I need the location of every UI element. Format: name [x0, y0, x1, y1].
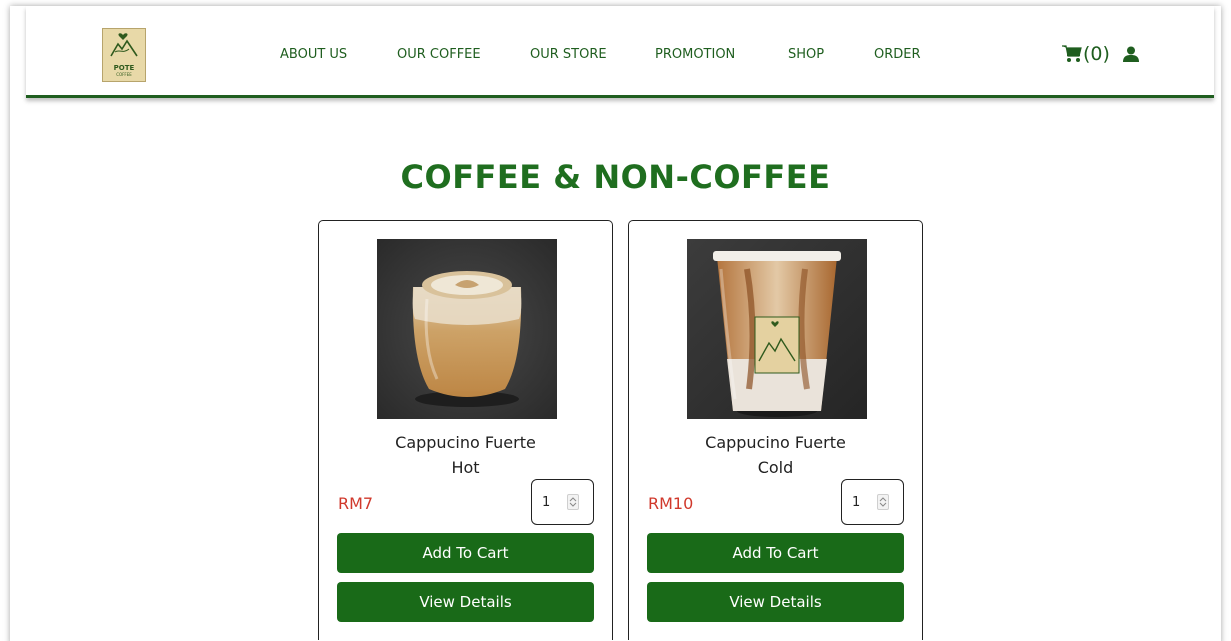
logo-subtext: COFFEE — [116, 72, 132, 77]
shopping-cart-icon — [1062, 45, 1082, 62]
product-name-line2: Hot — [451, 458, 480, 477]
nav-promotion[interactable]: PROMOTION — [655, 47, 735, 62]
product-name-line1: Cappucino Fuerte — [395, 433, 536, 452]
nav-our-coffee[interactable]: OUR COFFEE — [397, 47, 481, 62]
product-image[interactable] — [687, 239, 867, 419]
product-name-line2: Cold — [757, 458, 794, 477]
add-to-cart-button[interactable]: Add To Cart — [647, 533, 904, 573]
product-name: Cappucino Fuerte Cold — [629, 430, 922, 480]
user-icon[interactable] — [1123, 46, 1139, 66]
view-details-button[interactable]: View Details — [647, 582, 904, 622]
cart-button[interactable]: (0) — [1062, 43, 1110, 65]
view-details-button[interactable]: View Details — [337, 582, 594, 622]
product-image[interactable] — [377, 239, 557, 419]
nav-about-us[interactable]: ABOUT US — [280, 47, 347, 62]
nav-our-store[interactable]: OUR STORE — [530, 47, 607, 62]
nav-order[interactable]: ORDER — [874, 47, 921, 62]
spinner-arrows-icon[interactable] — [567, 494, 579, 510]
product-price: RM7 — [338, 494, 374, 513]
spinner-arrows-icon[interactable] — [877, 494, 889, 510]
product-name: Cappucino Fuerte Hot — [319, 430, 612, 480]
product-name-line1: Cappucino Fuerte — [705, 433, 846, 452]
product-price: RM10 — [648, 494, 694, 513]
cart-count: (0) — [1083, 43, 1110, 65]
nav-links: ABOUT US OUR COFFEE OUR STORE PROMOTION … — [26, 47, 1214, 67]
nav-shop[interactable]: SHOP — [788, 47, 824, 62]
page: POTE COFFEE ABOUT US OUR COFFEE OUR STOR… — [10, 6, 1221, 641]
add-to-cart-button[interactable]: Add To Cart — [337, 533, 594, 573]
navbar: POTE COFFEE ABOUT US OUR COFFEE OUR STOR… — [26, 6, 1214, 98]
quantity-stepper[interactable]: 1 — [841, 479, 904, 525]
quantity-value: 1 — [852, 494, 861, 510]
page-title: COFFEE & NON-COFFEE — [400, 158, 831, 196]
quantity-value: 1 — [542, 494, 551, 510]
product-card: Cappucino Fuerte Cold RM10 1 Add To Cart… — [628, 220, 923, 640]
product-card: Cappucino Fuerte Hot RM7 1 Add To Cart V… — [318, 220, 613, 640]
quantity-stepper[interactable]: 1 — [531, 479, 594, 525]
